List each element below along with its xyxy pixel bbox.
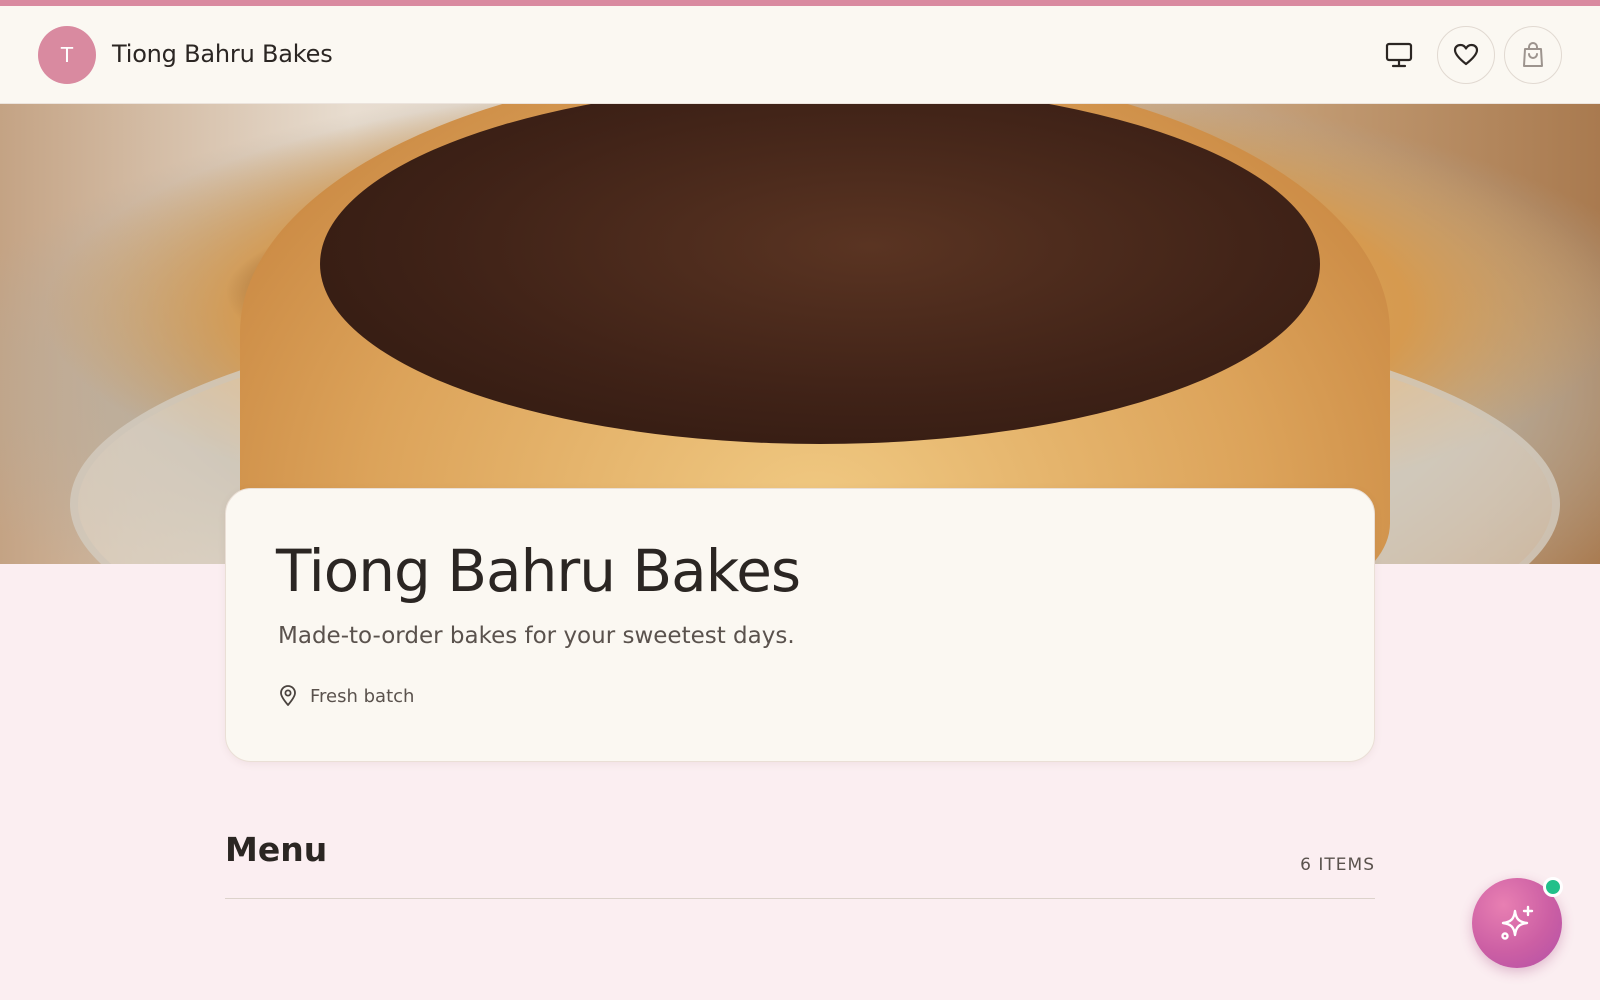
location-pin-icon [278,685,298,707]
menu-divider [225,898,1375,899]
shopping-bag-icon [1521,42,1545,68]
page-title: Tiong Bahru Bakes [276,537,801,605]
favorites-button[interactable] [1437,26,1495,84]
bakery-info-card: Tiong Bahru Bakes Made-to-order bakes fo… [225,488,1375,762]
menu-heading: Menu [225,830,328,869]
avatar[interactable]: T [38,26,96,84]
sparkles-icon [1497,903,1537,943]
menu-item-count: 6 ITEMS [1300,855,1375,875]
monitor-icon[interactable] [1384,42,1414,68]
tagline: Made-to-order bakes for your sweetest da… [278,623,795,649]
assistant-status-dot [1543,877,1563,897]
cart-button[interactable] [1504,26,1562,84]
avatar-initial: T [60,43,74,67]
status-meta: Fresh batch [278,685,414,707]
brand-name[interactable]: Tiong Bahru Bakes [112,40,333,68]
status-label: Fresh batch [310,685,415,707]
site-header: T Tiong Bahru Bakes [0,6,1600,104]
heart-icon [1453,43,1479,67]
